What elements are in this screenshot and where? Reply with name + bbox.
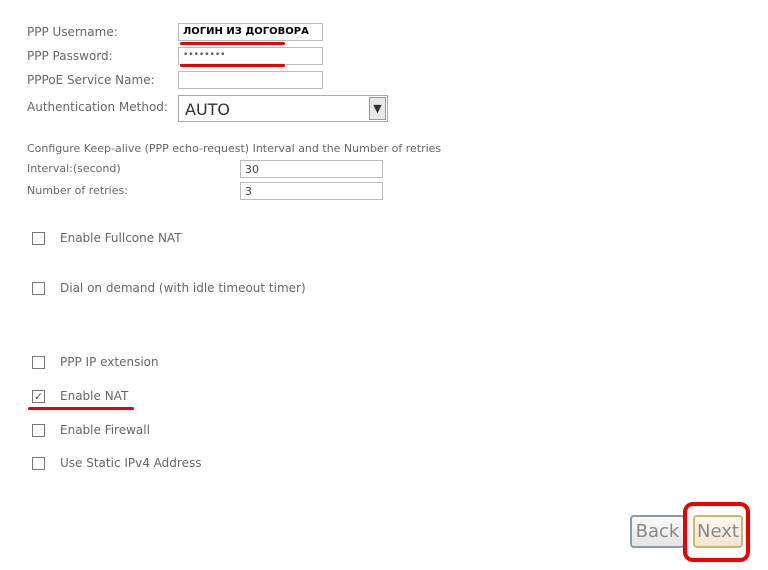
enable-firewall-label: Enable Firewall: [60, 423, 150, 437]
enable-nat-label: Enable NAT: [60, 389, 129, 403]
static-ipv4-label: Use Static IPv4 Address: [60, 456, 202, 470]
service-name-input[interactable]: [178, 71, 323, 89]
ppp-ip-extension-label: PPP IP extension: [60, 355, 159, 369]
highlight-underline: [28, 407, 134, 410]
password-input[interactable]: ••••••••: [178, 47, 323, 65]
dial-on-demand-checkbox[interactable]: [32, 282, 45, 295]
retries-label: Number of retries:: [27, 184, 128, 197]
username-label: PPP Username:: [27, 25, 118, 39]
interval-input[interactable]: 30: [240, 160, 383, 178]
service-name-label: PPPoE Service Name:: [27, 73, 155, 87]
fullcone-nat-checkbox[interactable]: [32, 232, 45, 245]
dial-on-demand-label: Dial on demand (with idle timeout timer): [60, 281, 306, 295]
username-input[interactable]: ЛОГИН ИЗ ДОГОВОРА: [178, 23, 323, 41]
chevron-down-icon[interactable]: ▼: [369, 97, 386, 120]
back-button[interactable]: Back: [630, 515, 685, 548]
auth-method-label: Authentication Method:: [27, 100, 168, 114]
password-label: PPP Password:: [27, 49, 113, 63]
next-button[interactable]: Next: [693, 515, 743, 548]
highlight-underline: [180, 64, 285, 67]
highlight-underline: [180, 42, 285, 45]
retries-input[interactable]: 3: [240, 182, 383, 200]
interval-label: Interval:(second): [27, 162, 121, 175]
auth-method-value: AUTO: [185, 100, 231, 119]
keepalive-description: Configure Keep-alive (PPP echo-request) …: [27, 142, 442, 155]
fullcone-nat-label: Enable Fullcone NAT: [60, 231, 182, 245]
checkmark-icon: ✓: [33, 390, 44, 403]
enable-nat-checkbox[interactable]: ✓: [32, 390, 45, 403]
auth-method-select[interactable]: AUTO ▼: [178, 95, 388, 122]
enable-firewall-checkbox[interactable]: [32, 424, 45, 437]
ppp-ip-extension-checkbox[interactable]: [32, 356, 45, 369]
static-ipv4-checkbox[interactable]: [32, 457, 45, 470]
